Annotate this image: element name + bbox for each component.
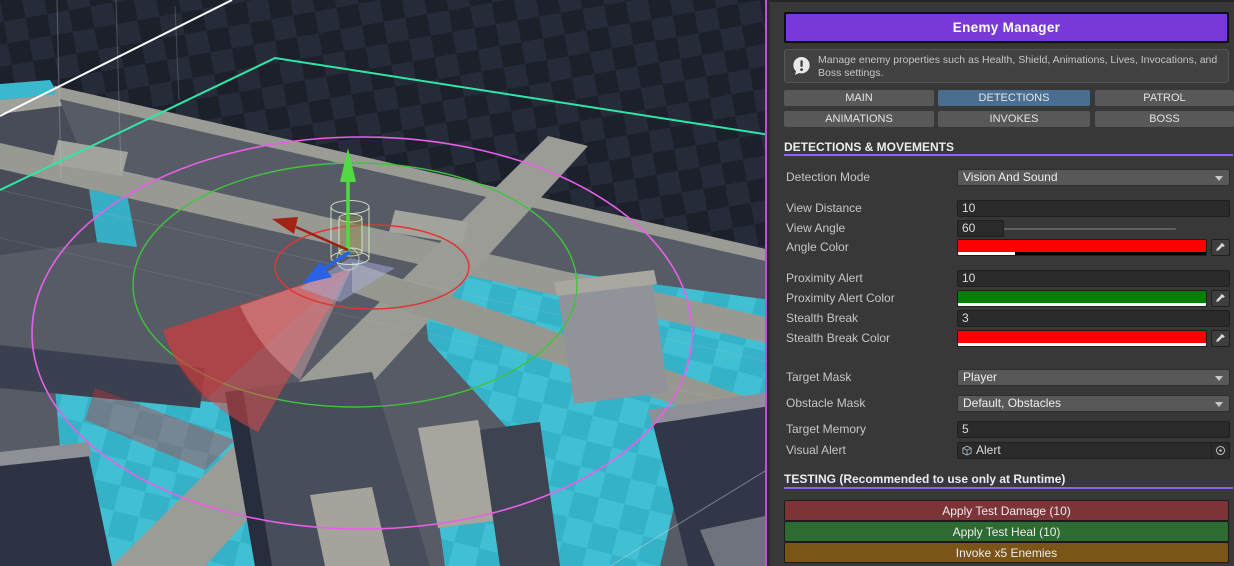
field-row-angle-color: Angle Color xyxy=(786,239,1230,256)
field-label: Proximity Alert Color xyxy=(786,290,895,307)
tab-invokes[interactable]: INVOKES xyxy=(938,111,1090,127)
field-label: Stealth Break Color xyxy=(786,330,890,347)
field-label: Target Memory xyxy=(786,421,866,438)
field-label: Detection Mode xyxy=(786,169,870,186)
target-memory-input[interactable]: 5 xyxy=(957,421,1230,438)
section-title-testing: TESTING (Recommended to use only at Runt… xyxy=(784,472,1229,486)
field-row-obstacle-mask: Obstacle Mask Default, Obstacles xyxy=(786,395,1230,412)
field-row-target-mask: Target Mask Player xyxy=(786,369,1230,386)
field-label: View Angle xyxy=(786,220,845,237)
field-label: View Distance xyxy=(786,200,862,217)
scene-view[interactable] xyxy=(0,0,770,566)
eyedropper-button[interactable] xyxy=(1211,290,1230,307)
apply-test-heal-button[interactable]: Apply Test Heal (10) xyxy=(784,521,1229,542)
angle-color-swatch[interactable] xyxy=(957,239,1207,256)
proximity-alert-input[interactable]: 10 xyxy=(957,270,1230,287)
object-field-value: Alert xyxy=(976,443,1001,458)
section-underline xyxy=(784,154,1233,156)
field-row-stealth-break-color: Stealth Break Color xyxy=(786,330,1230,347)
stealth-break-color-swatch[interactable] xyxy=(957,330,1207,347)
tab-patrol[interactable]: PATROL xyxy=(1095,90,1234,106)
field-row-target-memory: Target Memory 5 xyxy=(786,421,1230,438)
view-distance-input[interactable]: 10 xyxy=(957,200,1230,217)
prefab-cube-icon xyxy=(961,445,973,457)
field-row-proximity-alert: Proximity Alert 10 xyxy=(786,270,1230,287)
section-underline xyxy=(784,487,1233,489)
view-angle-input[interactable]: 60 xyxy=(957,220,1004,237)
field-label: Visual Alert xyxy=(786,442,846,459)
field-row-visual-alert: Visual Alert Alert xyxy=(786,442,1230,459)
stealth-break-input[interactable]: 3 xyxy=(957,310,1230,327)
inspector-panel: Enemy Manager Manage enemy properties su… xyxy=(770,0,1234,566)
field-row-view-distance: View Distance 10 xyxy=(786,200,1230,217)
unity-editor-window: Enemy Manager Manage enemy properties su… xyxy=(0,0,1234,566)
eyedropper-button[interactable] xyxy=(1211,239,1230,256)
field-label: Proximity Alert xyxy=(786,270,863,287)
target-mask-dropdown[interactable]: Player xyxy=(957,369,1230,386)
detection-mode-dropdown[interactable]: Vision And Sound xyxy=(957,169,1230,186)
field-row-detection-mode: Detection Mode Vision And Sound xyxy=(786,169,1230,186)
eyedropper-icon xyxy=(1215,333,1226,344)
tab-boss[interactable]: BOSS xyxy=(1095,111,1234,127)
field-label: Angle Color xyxy=(786,239,849,256)
eyedropper-icon xyxy=(1215,242,1226,253)
tab-animations[interactable]: ANIMATIONS xyxy=(784,111,934,127)
eyedropper-icon xyxy=(1215,293,1226,304)
field-row-stealth-break: Stealth Break 3 xyxy=(786,310,1230,327)
obstacle-mask-dropdown[interactable]: Default, Obstacles xyxy=(957,395,1230,412)
component-title-banner: Enemy Manager xyxy=(784,12,1229,43)
apply-test-damage-button[interactable]: Apply Test Damage (10) xyxy=(784,500,1229,521)
object-picker-button[interactable] xyxy=(1211,443,1229,458)
eyedropper-button[interactable] xyxy=(1211,330,1230,347)
field-row-proximity-alert-color: Proximity Alert Color xyxy=(786,290,1230,307)
tab-main[interactable]: MAIN xyxy=(784,90,934,106)
help-box: Manage enemy properties such as Health, … xyxy=(784,49,1229,83)
field-label: Stealth Break xyxy=(786,310,858,327)
scene-canvas xyxy=(0,0,770,566)
object-picker-icon xyxy=(1215,445,1226,456)
tab-detections[interactable]: DETECTIONS xyxy=(938,90,1090,106)
info-icon xyxy=(791,56,812,77)
field-label: Target Mask xyxy=(786,369,851,386)
field-row-view-angle: View Angle 60 xyxy=(786,220,1230,237)
visual-alert-object-field[interactable]: Alert xyxy=(957,442,1230,459)
field-label: Obstacle Mask xyxy=(786,395,865,412)
section-title-detections: DETECTIONS & MOVEMENTS xyxy=(784,140,1229,154)
proximity-alert-color-swatch[interactable] xyxy=(957,290,1207,307)
invoke-x5-enemies-button[interactable]: Invoke x5 Enemies xyxy=(784,542,1229,563)
help-box-text: Manage enemy properties such as Health, … xyxy=(818,54,1222,79)
